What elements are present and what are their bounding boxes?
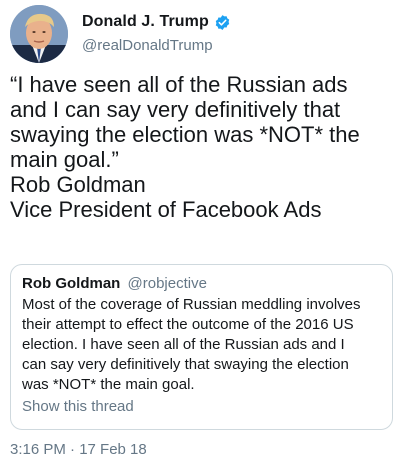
tweet-text-line: and I can say very definitively that: [10, 97, 341, 122]
tweet-text-line: Rob Goldman: [10, 172, 146, 197]
quoted-text-line: their attempt to effect the outcome of t…: [22, 316, 354, 333]
quoted-tweet-text: Most of the coverage of Russian meddling…: [22, 295, 382, 395]
quoted-text-line: can say very definitively that swaying t…: [22, 356, 349, 373]
tweet-text-line: “I have seen all of the Russian ads: [10, 72, 348, 97]
show-thread-link[interactable]: Show this thread: [22, 397, 382, 417]
author-names: Donald J. Trump @realDonaldTrump: [82, 11, 231, 54]
avatar[interactable]: [10, 5, 68, 63]
quoted-text-line: Most of the coverage of Russian meddling…: [22, 296, 361, 313]
tweet-text-line: main goal.”: [10, 147, 119, 172]
quoted-text-line: was *NOT* the main goal.: [22, 376, 195, 393]
tweet-text-line: swaying the election was *NOT* the: [10, 122, 360, 147]
author-display-name[interactable]: Donald J. Trump: [82, 13, 209, 31]
tweet-timestamp[interactable]: 3:16 PM · 17 Feb 18: [10, 441, 147, 458]
quoted-tweet-card[interactable]: Rob Goldman @robjective Most of the cove…: [10, 264, 393, 430]
tweet-text-line: Vice President of Facebook Ads: [10, 197, 322, 222]
profile-photo-icon: [10, 5, 68, 63]
quoted-author-name: Rob Goldman: [22, 275, 121, 292]
quoted-text-line: election. I have seen all of the Russian…: [22, 336, 345, 353]
author-handle[interactable]: @realDonaldTrump: [82, 37, 231, 54]
quoted-tweet-header: Rob Goldman @robjective: [22, 274, 382, 293]
quoted-author-handle: @robjective: [127, 275, 207, 292]
tweet-header: Donald J. Trump @realDonaldTrump: [10, 5, 390, 65]
verified-badge-icon: [214, 14, 231, 31]
tweet-text: “I have seen all of the Russian ads and …: [10, 72, 394, 222]
